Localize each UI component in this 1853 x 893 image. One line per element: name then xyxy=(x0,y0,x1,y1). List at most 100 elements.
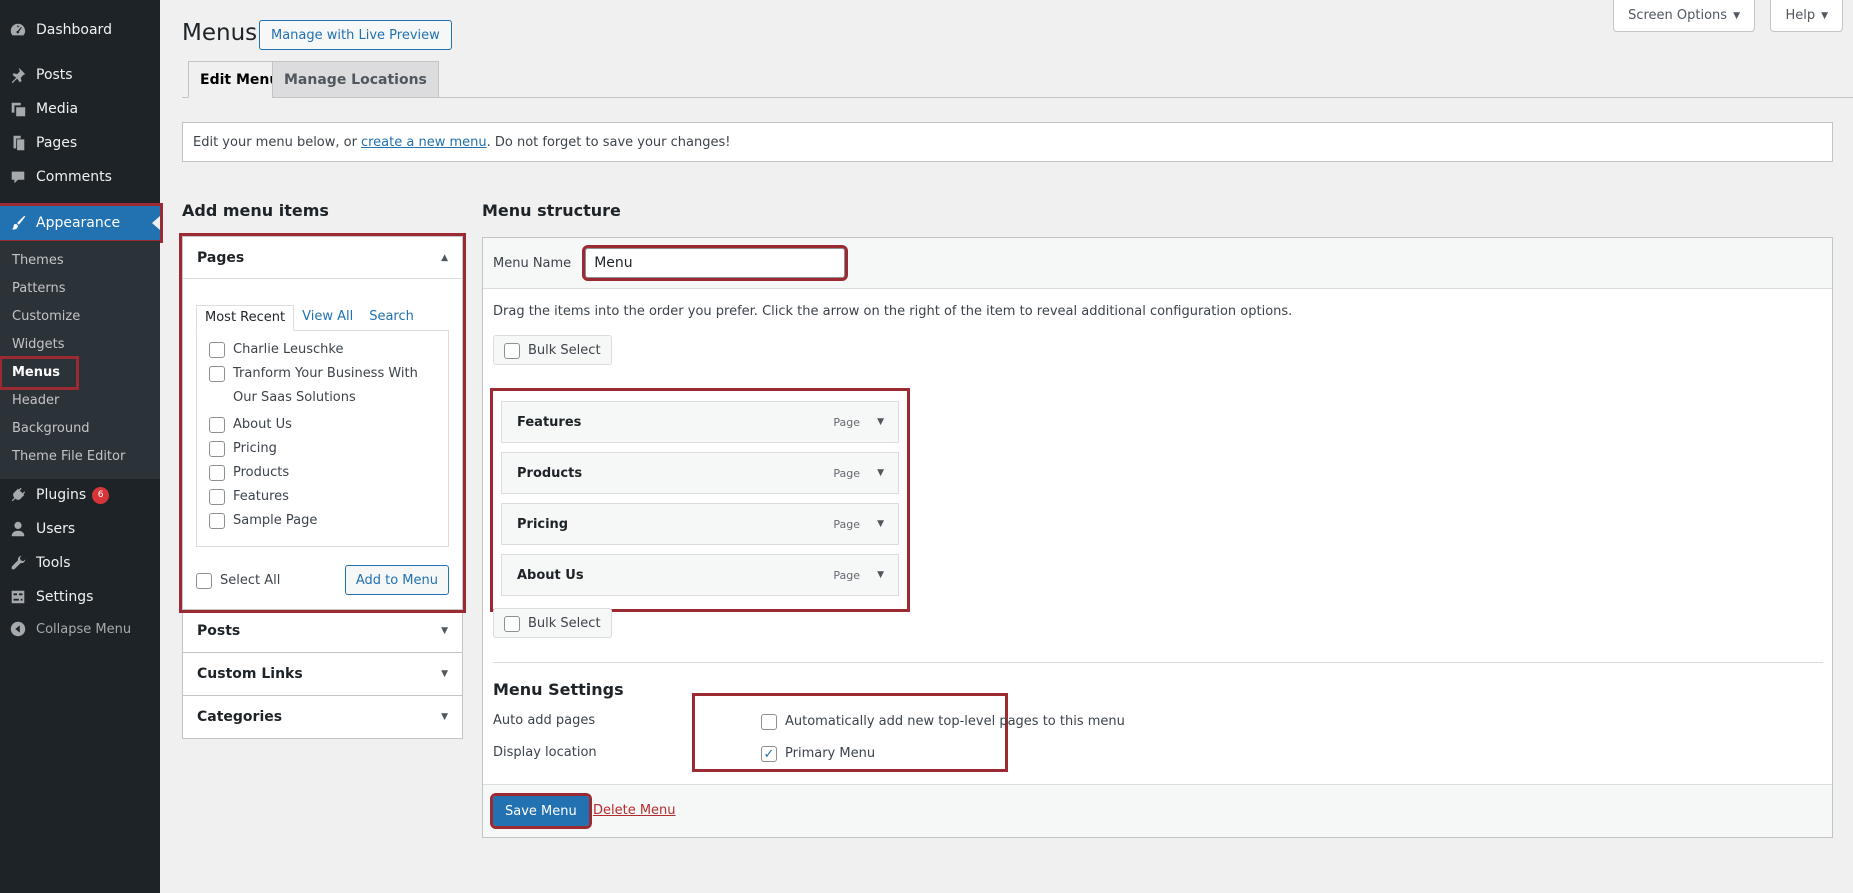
select-all-checkbox[interactable]: Select All xyxy=(196,572,280,589)
checkbox[interactable] xyxy=(761,714,777,730)
sidebar-item-label: Users xyxy=(36,521,76,537)
sidebar-item-comments[interactable]: Comments xyxy=(0,160,160,194)
option-label: Primary Menu xyxy=(785,746,876,761)
list-item[interactable]: Tranform Your Business With Our Saas Sol… xyxy=(209,365,438,410)
nav-tabs: Edit Menus Manage Locations xyxy=(182,61,1853,98)
checkbox[interactable] xyxy=(209,489,225,505)
pages-accordion: Pages ▲ Most Recent View All Search Char… xyxy=(179,233,466,613)
checkbox[interactable] xyxy=(504,615,520,632)
select-all-label: Select All xyxy=(220,573,281,588)
menu-item[interactable]: About Us Page ▼ xyxy=(501,554,899,596)
sidebar-item-label: Appearance xyxy=(36,215,121,231)
sidebar-item-posts[interactable]: Posts xyxy=(0,58,160,92)
checkbox[interactable] xyxy=(196,573,212,589)
checkbox-checked[interactable]: ✓ xyxy=(761,746,777,762)
pages-checklist: Charlie Leuschke Tranform Your Business … xyxy=(196,330,449,547)
pages-accordion-body: Most Recent View All Search Charlie Leus… xyxy=(183,279,462,609)
submenu-themes[interactable]: Themes xyxy=(0,247,160,275)
menu-item-type: Page xyxy=(833,517,860,531)
tab-manage-locations[interactable]: Manage Locations xyxy=(272,61,439,98)
create-new-menu-link[interactable]: create a new menu xyxy=(361,135,487,150)
menu-item[interactable]: Features Page ▼ xyxy=(501,401,899,443)
collapse-menu-button[interactable]: Collapse Menu xyxy=(0,612,160,646)
chevron-up-icon: ▲ xyxy=(441,252,448,263)
help-button[interactable]: Help ▼ xyxy=(1770,0,1843,32)
submenu-customize[interactable]: Customize xyxy=(0,303,160,331)
menu-item-title: About Us xyxy=(517,567,584,583)
sidebar-item-appearance[interactable]: Appearance xyxy=(0,203,163,243)
screen-options-label: Screen Options xyxy=(1628,8,1728,23)
submenu-header[interactable]: Header xyxy=(0,387,160,415)
bulk-select-label: Bulk Select xyxy=(528,615,601,631)
wrench-icon xyxy=(0,554,36,572)
sidebar-item-label: Pages xyxy=(36,135,78,151)
posts-accordion[interactable]: Posts ▼ xyxy=(182,610,463,653)
sidebar-item-media[interactable]: Media xyxy=(0,92,160,126)
accordion-title: Pages xyxy=(197,249,245,266)
list-item[interactable]: Sample Page xyxy=(209,512,438,530)
checkbox[interactable] xyxy=(504,342,520,359)
menu-structure-panel: Menu Name Menu Drag the items into the o… xyxy=(482,237,1833,838)
menu-name-row: Menu Name Menu xyxy=(483,238,1832,289)
chevron-down-icon[interactable]: ▼ xyxy=(877,519,884,529)
sidebar-item-label: Dashboard xyxy=(36,22,112,38)
list-item[interactable]: Products xyxy=(209,464,438,482)
add-to-menu-button[interactable]: Add to Menu xyxy=(344,565,449,595)
page-title: Menus xyxy=(182,20,258,46)
auto-add-pages-label: Auto add pages xyxy=(493,713,596,728)
delete-menu-link[interactable]: Delete Menu xyxy=(593,803,676,818)
page-label: Products xyxy=(233,465,290,480)
categories-accordion[interactable]: Categories ▼ xyxy=(182,696,463,739)
menu-name-input[interactable]: Menu xyxy=(582,245,849,281)
menu-item[interactable]: Pricing Page ▼ xyxy=(501,503,899,545)
bulk-select-bottom[interactable]: Bulk Select xyxy=(493,608,612,638)
admin-sidebar: Dashboard Posts Media Pages Comments App… xyxy=(0,0,163,893)
menu-item[interactable]: Products Page ▼ xyxy=(501,452,899,494)
tab-most-recent[interactable]: Most Recent xyxy=(196,305,295,331)
auto-add-pages-option[interactable]: Automatically add new top-level pages to… xyxy=(761,713,1125,730)
checkbox[interactable] xyxy=(209,417,225,433)
sidebar-item-settings[interactable]: Settings xyxy=(0,580,160,614)
chevron-down-icon[interactable]: ▼ xyxy=(877,468,884,478)
chevron-down-icon[interactable]: ▼ xyxy=(877,570,884,580)
checkbox[interactable] xyxy=(209,465,225,481)
tab-view-all[interactable]: View All xyxy=(294,305,361,331)
submenu-background[interactable]: Background xyxy=(0,415,160,443)
primary-menu-option[interactable]: ✓ Primary Menu xyxy=(761,745,875,762)
list-item[interactable]: Charlie Leuschke xyxy=(209,341,438,359)
sidebar-item-users[interactable]: Users xyxy=(0,512,160,546)
checkbox[interactable] xyxy=(209,342,225,358)
menu-structure-heading: Menu structure xyxy=(482,201,621,220)
bulk-select-top[interactable]: Bulk Select xyxy=(493,335,612,365)
list-item[interactable]: Features xyxy=(209,488,438,506)
collapse-icon xyxy=(0,620,36,638)
drag-instructions: Drag the items into the order you prefer… xyxy=(493,304,1293,319)
sidebar-item-tools[interactable]: Tools xyxy=(0,546,160,580)
screen-options-button[interactable]: Screen Options ▼ xyxy=(1613,0,1755,32)
list-item[interactable]: Pricing xyxy=(209,440,438,458)
main-content: Menus Manage with Live Preview Screen Op… xyxy=(160,0,1853,893)
submenu-theme-file-editor[interactable]: Theme File Editor xyxy=(0,443,160,471)
list-item[interactable]: About Us xyxy=(209,416,438,434)
checkbox[interactable] xyxy=(209,441,225,457)
comment-icon xyxy=(0,168,36,186)
custom-links-accordion[interactable]: Custom Links ▼ xyxy=(182,653,463,696)
sidebar-item-pages[interactable]: Pages xyxy=(0,126,160,160)
save-menu-button[interactable]: Save Menu xyxy=(490,793,592,829)
checkbox[interactable] xyxy=(209,366,225,382)
page-icon xyxy=(0,134,36,152)
sidebar-item-label: Posts xyxy=(36,67,73,83)
submenu-widgets[interactable]: Widgets xyxy=(0,331,160,359)
tab-search[interactable]: Search xyxy=(361,305,422,331)
live-preview-button[interactable]: Manage with Live Preview xyxy=(259,20,452,50)
dashboard-icon xyxy=(0,21,36,39)
caret-down-icon: ▼ xyxy=(1733,10,1740,21)
pages-accordion-header[interactable]: Pages ▲ xyxy=(183,237,462,279)
submenu-menus[interactable]: Menus xyxy=(0,356,79,390)
sidebar-item-dashboard[interactable]: Dashboard xyxy=(0,13,160,47)
submenu-patterns[interactable]: Patterns xyxy=(0,275,160,303)
pages-subtabs: Most Recent View All Search xyxy=(196,305,449,331)
sidebar-item-plugins[interactable]: Plugins 6 xyxy=(0,478,160,512)
chevron-down-icon[interactable]: ▼ xyxy=(877,417,884,427)
checkbox[interactable] xyxy=(209,513,225,529)
